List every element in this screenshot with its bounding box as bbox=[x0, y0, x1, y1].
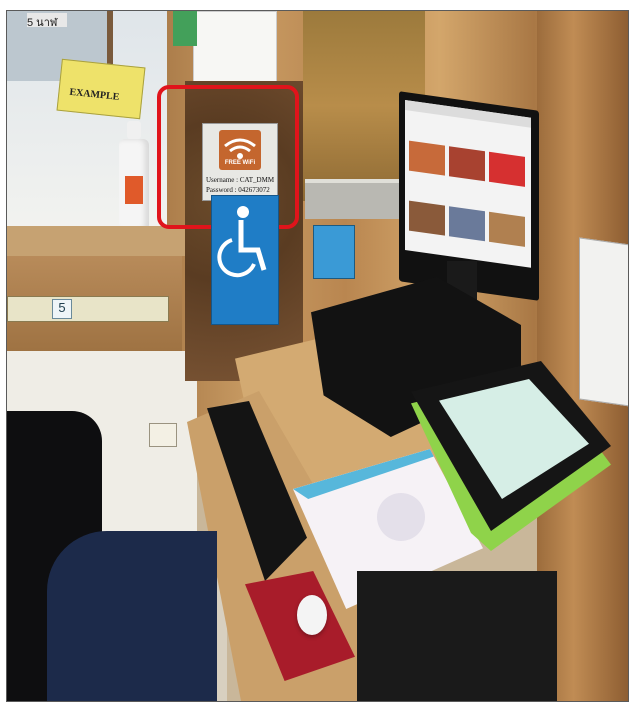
wheelchair-icon bbox=[217, 206, 267, 278]
counter-number-plate: 5 bbox=[7, 296, 169, 322]
chair-seat bbox=[47, 531, 217, 701]
accessibility-sign bbox=[211, 195, 279, 325]
notice-paper bbox=[193, 11, 277, 85]
power-outlet bbox=[149, 423, 177, 447]
example-card: EXAMPLE bbox=[56, 58, 146, 120]
counter-number: 5 bbox=[52, 299, 72, 319]
small-blue-sign bbox=[313, 225, 355, 279]
photo-frame: 5 นาฬ EXAMPLE 5 FREE WiFi Username : CAT… bbox=[6, 10, 629, 702]
window-number-sign: 5 นาฬ bbox=[27, 13, 67, 29]
green-tab bbox=[173, 11, 197, 46]
mouse bbox=[297, 595, 327, 635]
right-notice bbox=[579, 237, 628, 407]
left-counter-top bbox=[7, 226, 187, 256]
sanitizer-bottle bbox=[117, 121, 151, 231]
document-emblem bbox=[377, 493, 425, 541]
example-label: EXAMPLE bbox=[68, 86, 120, 103]
desk-cabinet bbox=[357, 571, 557, 701]
monitor-screen bbox=[405, 100, 531, 268]
